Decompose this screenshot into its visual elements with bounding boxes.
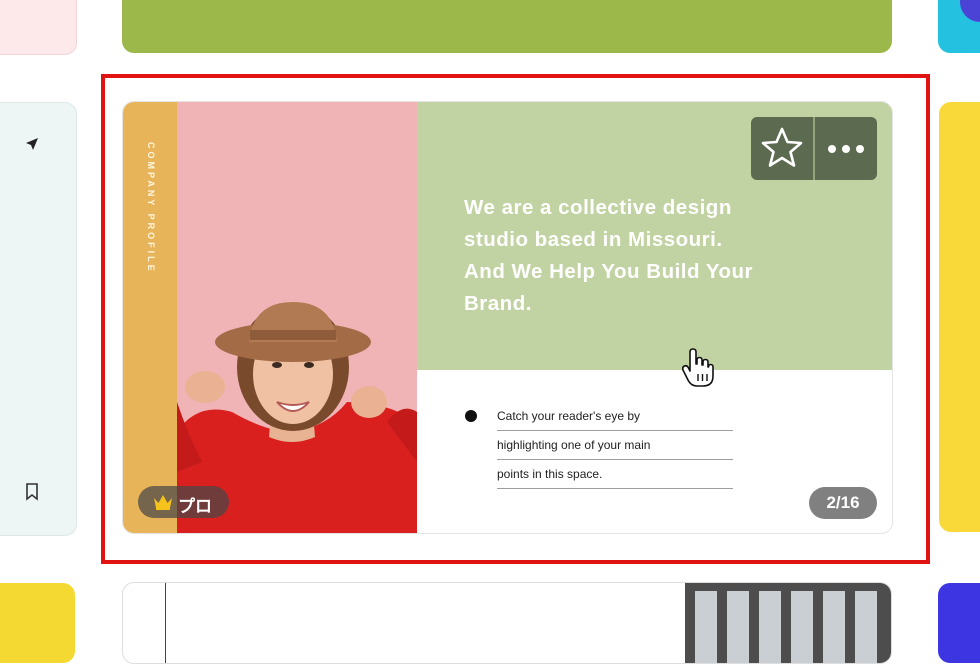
hand-pointer-icon [681,348,714,387]
window-photo [685,583,891,663]
bullet-line: points in this space. [497,460,733,489]
template-tile-bottom-left[interactable] [0,583,75,663]
pro-badge: プロ [138,486,229,518]
template-tile-right[interactable] [939,102,980,532]
bookmark-icon [26,483,38,501]
page-counter: 2/16 [809,487,877,519]
template-tile-bottom-right[interactable] [938,583,980,663]
favorite-button[interactable] [751,117,813,180]
pro-label: プロ [178,497,212,516]
template-tile-top[interactable] [122,0,892,53]
star-icon [761,127,803,167]
template-tile-left[interactable] [0,102,77,536]
template-tile-top-left[interactable] [0,0,77,55]
bullet-line: Catch your reader's eye by [497,402,733,431]
crown-icon [154,495,172,510]
side-strip-label: COMPANY PROFILE [146,142,156,274]
template-tile-bottom[interactable] [122,582,892,664]
navigation-arrow-icon [26,138,38,150]
template-card[interactable]: COMPANY PROFILE We are a collective desi… [122,101,893,534]
bullet-dot [465,410,477,422]
woman-photo [177,102,417,533]
template-tile-top-right[interactable] [938,0,980,53]
bullet-line: highlighting one of your main [497,431,733,460]
more-options-button[interactable] [815,117,877,180]
headline-text: We are a collective design studio based … [464,196,753,315]
card-actions [751,117,877,180]
